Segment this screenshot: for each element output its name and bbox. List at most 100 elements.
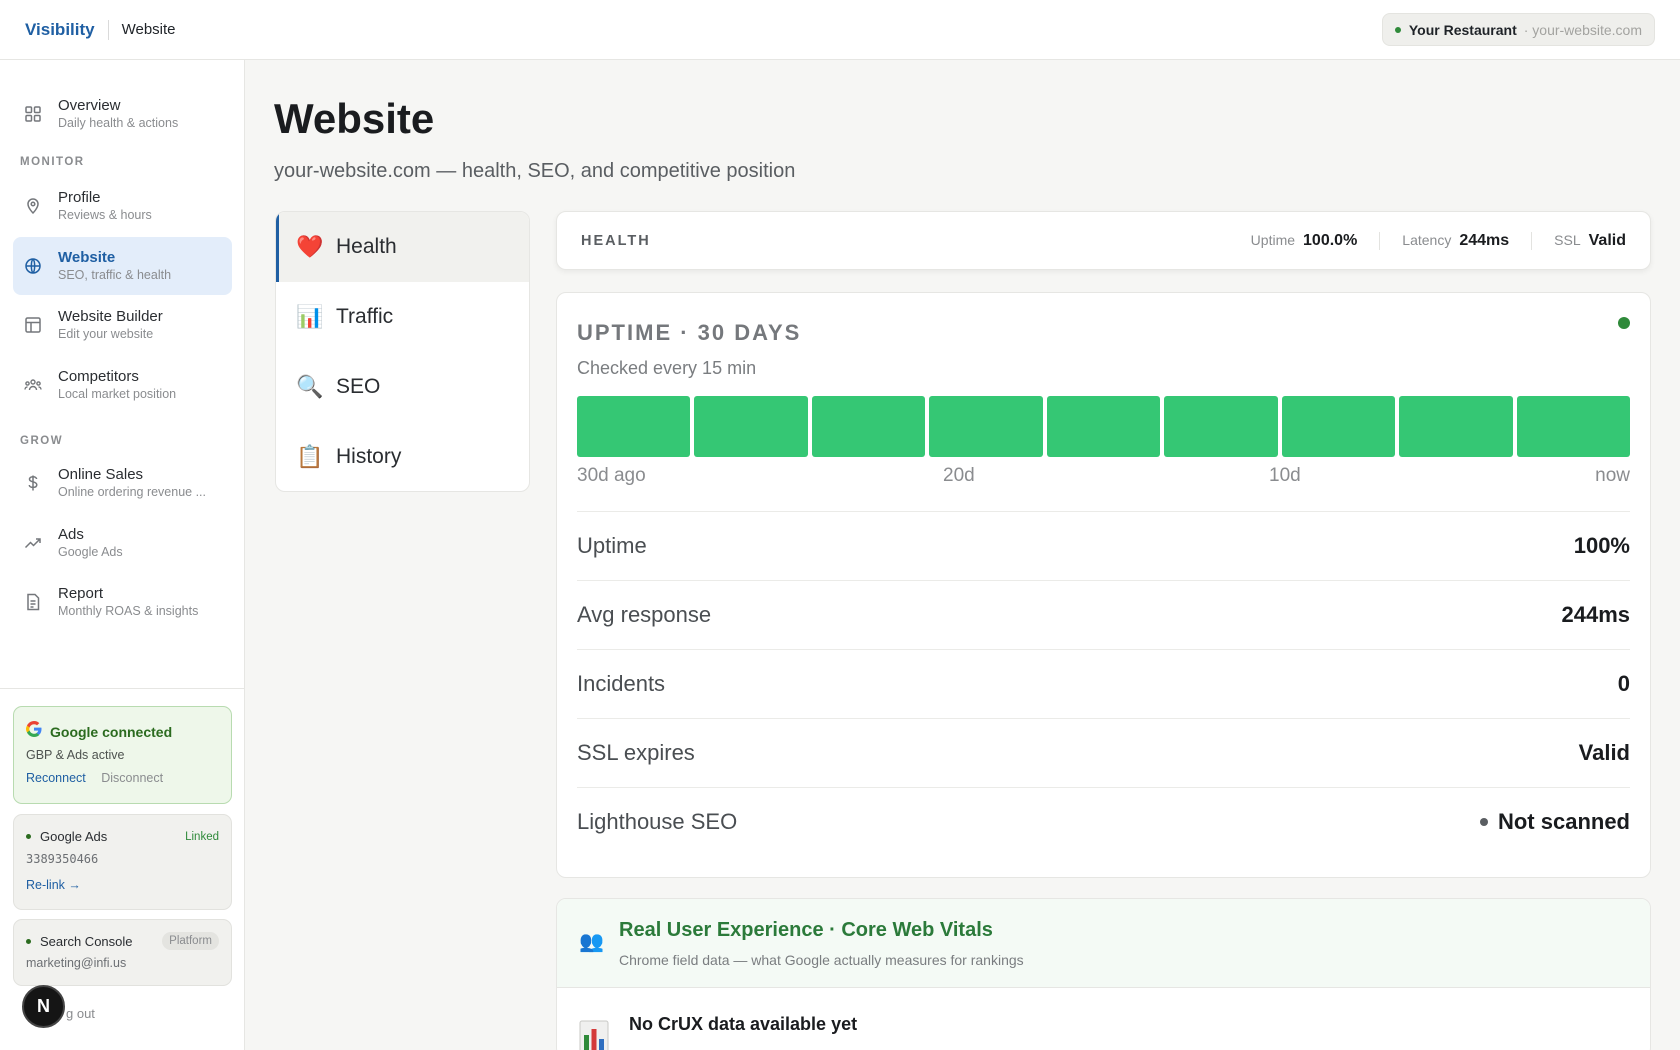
site-status-dot (1394, 26, 1401, 33)
no-data-title: No CrUX data available yet (629, 1014, 858, 1034)
uptime-card: UPTIME · 30 DAYS Checked every 15 min 30… (556, 292, 1651, 878)
sidebar-item-subtitle: SEO, traffic & health (58, 268, 172, 282)
uptime-segment (929, 396, 1043, 457)
metric-value: 100% (1573, 533, 1630, 558)
platform-badge: Platform (162, 932, 219, 950)
uptime-segment (1399, 396, 1513, 457)
avatar[interactable]: N (22, 985, 65, 1028)
tab-history[interactable]: 📋 History (276, 422, 529, 491)
ads-account-id: 3389350466 (26, 852, 99, 866)
stat-label: SSL (1554, 231, 1581, 248)
uptime-segment (577, 396, 691, 457)
tab-traffic[interactable]: 📊 Traffic (276, 282, 529, 352)
google-connected-title: Google connected (50, 723, 173, 740)
magnifier-icon: 🔍 (296, 374, 324, 399)
metric-label: Incidents (577, 671, 666, 696)
location-pin-icon (23, 196, 43, 216)
metric-value-wrap: Not scanned (1479, 809, 1630, 835)
disconnect-link[interactable]: Disconnect (101, 771, 163, 785)
axis-label-start: 30d ago (577, 465, 646, 486)
reconnect-link[interactable]: Reconnect (26, 771, 86, 785)
metric-value: Valid (1578, 740, 1630, 765)
metric-row-avg-response: Avg response 244ms (577, 580, 1630, 649)
health-label: HEALTH (581, 232, 651, 249)
tab-health[interactable]: ❤️ Health (276, 212, 529, 282)
sidebar-item-title: Website Builder (58, 308, 163, 325)
uptime-stat: Uptime 100.0% (1229, 232, 1380, 250)
sidebar-item-online-sales[interactable]: Online Sales Online ordering revenue ... (13, 454, 232, 512)
uptime-title: UPTIME · 30 DAYS (577, 320, 802, 345)
sign-out-link[interactable]: g out (66, 1006, 95, 1021)
tab-label: History (336, 445, 402, 468)
section-label-monitor: MONITOR (20, 156, 85, 168)
sidebar-item-website[interactable]: Website SEO, traffic & health (13, 237, 232, 295)
google-connected-subtitle: GBP & Ads active (26, 748, 125, 762)
google-ads-label: Google Ads (40, 829, 108, 844)
relink-link[interactable]: Re-link → (26, 878, 219, 892)
section-label-grow: GROW (20, 435, 64, 447)
sidebar-divider (0, 688, 244, 689)
metric-row-incidents: Incidents 0 (577, 649, 1630, 718)
stat-label: Latency (1402, 231, 1452, 248)
google-connection-card: Google connected GBP & Ads active Reconn… (13, 706, 232, 804)
sidebar-item-title: Profile (58, 189, 101, 206)
google-icon (26, 721, 42, 742)
grid-icon (23, 104, 43, 124)
metric-row-ssl-expires: SSL expires Valid (577, 718, 1630, 787)
sidebar-item-title: Online Sales (58, 466, 144, 483)
sidebar-item-competitors[interactable]: Competitors Local market position (13, 356, 232, 414)
metric-label: Lighthouse SEO (577, 809, 738, 834)
metric-row-lighthouse-seo: Lighthouse SEO Not scanned (577, 787, 1630, 856)
site-selector[interactable]: Your Restaurant · your-website.com (1381, 13, 1655, 46)
health-summary-bar: HEALTH Uptime 100.0% Latency 244ms SSL V… (556, 211, 1651, 270)
axis-label-now: now (1595, 465, 1630, 486)
brand-logo[interactable]: Visibility (25, 20, 95, 40)
core-web-vitals-header: 👥 Real User Experience · Core Web Vitals… (557, 899, 1650, 988)
clipboard-icon: 📋 (296, 444, 324, 469)
metric-value: 0 (1617, 671, 1630, 696)
sidebar-item-profile[interactable]: Profile Reviews & hours (13, 177, 232, 235)
sidebar-item-subtitle: Monthly ROAS & insights (58, 604, 199, 618)
dollar-icon (23, 473, 43, 493)
sidebar-item-subtitle: Edit your website (58, 327, 154, 341)
sidebar-item-title: Overview (58, 97, 121, 114)
metric-label: Avg response (577, 602, 712, 627)
axis-label-10d: 10d (1269, 465, 1301, 486)
uptime-bars (577, 396, 1630, 457)
core-web-vitals-title: Real User Experience · Core Web Vitals (619, 919, 993, 941)
uptime-segment (811, 396, 926, 457)
page-title: Website (274, 95, 435, 142)
metric-value: Not scanned (1497, 809, 1630, 834)
tab-label: SEO (336, 375, 381, 398)
uptime-segment (694, 396, 808, 457)
users-icon: 👥 (579, 931, 604, 953)
document-icon (23, 592, 43, 612)
sidebar-item-title: Report (58, 585, 104, 602)
latency-stat: Latency 244ms (1379, 231, 1531, 250)
uptime-segment (1516, 396, 1630, 457)
sidebar-item-subtitle: Daily health & actions (58, 116, 179, 130)
sidebar: Overview Daily health & actions MONITOR … (0, 60, 245, 1050)
stat-label: Uptime (1250, 231, 1296, 248)
tab-label: Traffic (336, 305, 394, 328)
layout-icon (23, 315, 43, 335)
sidebar-item-title: Website (58, 249, 116, 266)
metric-row-uptime: Uptime 100% (577, 511, 1630, 580)
breadcrumb-current: Website (121, 21, 176, 38)
stat-value: 100.0% (1303, 231, 1358, 249)
sidebar-item-ads[interactable]: Ads Google Ads (13, 514, 232, 572)
bar-chart-icon (579, 1017, 609, 1050)
top-bar: Visibility Website Your Restaurant · you… (0, 0, 1680, 60)
sidebar-item-website-builder[interactable]: Website Builder Edit your website (13, 296, 232, 354)
uptime-segment (1046, 396, 1161, 457)
uptime-segment (1164, 396, 1278, 457)
google-ads-card: Google Ads Linked 3389350466 Re-link → (13, 814, 232, 910)
tab-seo[interactable]: 🔍 SEO (276, 352, 529, 422)
sidebar-item-report[interactable]: Report Monthly ROAS & insights (13, 573, 232, 631)
sidebar-item-subtitle: Google Ads (58, 545, 123, 559)
metric-value: 244ms (1561, 602, 1630, 627)
status-dot (1479, 818, 1488, 826)
sidebar-item-overview[interactable]: Overview Daily health & actions (13, 85, 232, 143)
metric-label: SSL expires (577, 740, 695, 765)
sidebar-item-title: Competitors (58, 368, 139, 385)
